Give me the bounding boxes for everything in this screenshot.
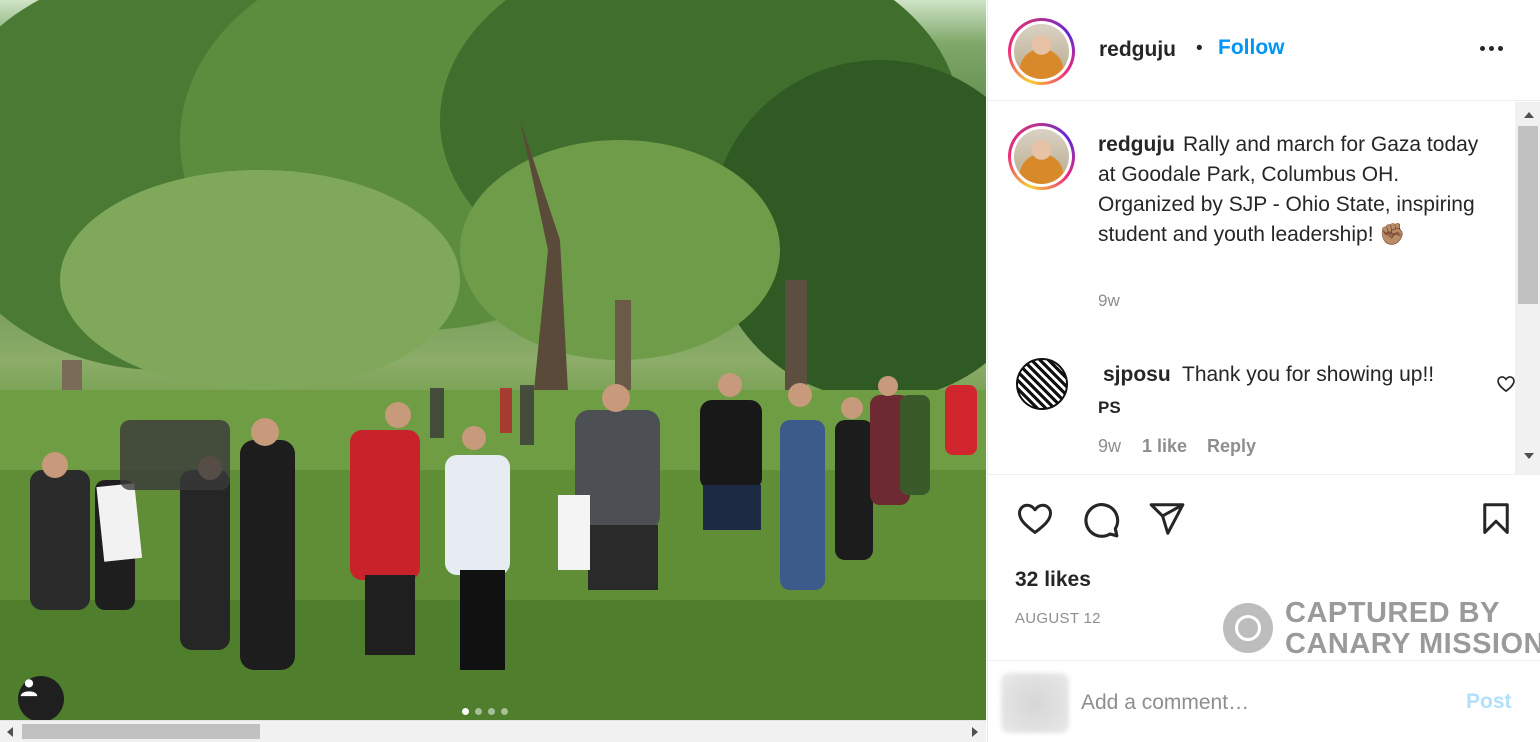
park-scene-image <box>0 0 986 720</box>
scroll-left-arrow-icon[interactable] <box>7 727 13 737</box>
caption-text: redguju Rally and march for Gaza today at… <box>1098 130 1498 250</box>
share-icon[interactable] <box>1148 500 1186 538</box>
likes-count[interactable]: 32 likes <box>1015 568 1091 592</box>
carousel-dot[interactable] <box>462 708 469 715</box>
author-avatar[interactable] <box>1008 18 1075 85</box>
caption-time[interactable]: 9w <box>1098 291 1120 311</box>
caption-avatar[interactable] <box>1008 123 1075 190</box>
comments-section[interactable]: redguju Rally and march for Gaza today at… <box>988 102 1540 475</box>
comment-icon[interactable] <box>1081 500 1121 540</box>
separator-dot: • <box>1196 38 1203 59</box>
post-date[interactable]: AUGUST 12 <box>1015 610 1101 627</box>
scroll-right-arrow-icon[interactable] <box>972 727 978 737</box>
comment-likes[interactable]: 1 like <box>1142 436 1187 457</box>
tagged-users-button[interactable] <box>18 676 64 720</box>
post-panel: redguju • Follow redguju Rally and march … <box>987 0 1540 742</box>
horizontal-scrollbar[interactable] <box>0 720 986 742</box>
comment-time[interactable]: 9w <box>1098 436 1121 457</box>
watermark-line-2: CANARY MISSION <box>1285 628 1540 660</box>
carousel-dot[interactable] <box>488 708 495 715</box>
carousel-dot[interactable] <box>501 708 508 715</box>
comment-input[interactable] <box>1081 685 1441 721</box>
scrollbar-thumb[interactable] <box>22 724 260 739</box>
heart-icon[interactable] <box>1015 500 1055 538</box>
add-comment-bar: Post <box>988 660 1540 742</box>
bookmark-icon[interactable] <box>1478 500 1514 538</box>
emoji-button[interactable] <box>1001 673 1069 733</box>
comment-second-line: PS <box>1098 398 1121 417</box>
user-icon <box>20 679 38 697</box>
action-bar <box>988 476 1540 560</box>
scroll-down-arrow-icon[interactable] <box>1524 453 1534 459</box>
commenter-username[interactable]: sjposu <box>1103 363 1171 387</box>
scroll-up-arrow-icon[interactable] <box>1524 112 1534 118</box>
comments-scrollbar[interactable] <box>1515 102 1540 474</box>
caption-username[interactable]: redguju <box>1098 133 1175 156</box>
scrollbar-thumb[interactable] <box>1518 126 1538 304</box>
post-comment-button[interactable]: Post <box>1466 690 1512 714</box>
more-options-icon[interactable] <box>1480 46 1503 51</box>
comment-text: Thank you for showing up!! <box>1182 363 1435 386</box>
post-photo[interactable] <box>0 0 986 720</box>
watermark: CAPTURED BY CANARY MISSION <box>1223 597 1540 660</box>
commenter-avatar[interactable] <box>1016 358 1068 410</box>
author-username[interactable]: redguju <box>1099 38 1176 62</box>
post-header: redguju • Follow <box>988 0 1540 101</box>
watermark-line-1: CAPTURED BY <box>1285 597 1500 629</box>
follow-button[interactable]: Follow <box>1218 36 1285 60</box>
like-comment-icon[interactable] <box>1496 374 1516 394</box>
canary-logo-icon <box>1223 603 1273 653</box>
reply-button[interactable]: Reply <box>1207 436 1256 457</box>
carousel-dot[interactable] <box>475 708 482 715</box>
carousel-indicator <box>462 708 508 715</box>
